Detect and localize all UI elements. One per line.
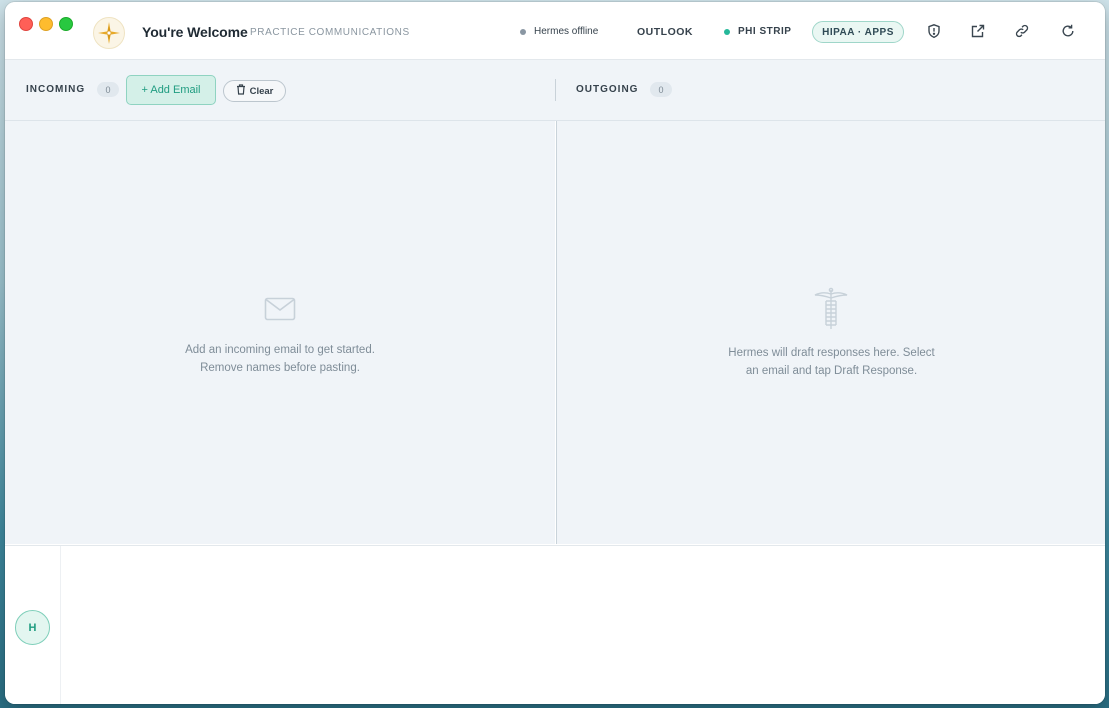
clear-button[interactable]: Clear: [223, 80, 286, 102]
outgoing-empty-message: Hermes will draft responses here. Select…: [557, 344, 1105, 380]
refresh-icon[interactable]: [1060, 23, 1076, 39]
app-title: You're Welcome: [142, 24, 248, 40]
outgoing-empty-line-1: Hermes will draft responses here. Select: [728, 347, 935, 359]
phi-strip-label: PHI STRIP: [738, 26, 792, 37]
hipaa-apps-button[interactable]: HIPAA · APPS: [812, 21, 904, 43]
avatar[interactable]: H: [15, 610, 50, 645]
outgoing-empty-line-2: an email and tap Draft Response.: [745, 365, 918, 377]
compass-star-icon: [93, 17, 125, 49]
external-link-icon[interactable]: [970, 23, 986, 39]
incoming-count-badge: 0: [97, 82, 119, 97]
toolbar-divider: [555, 79, 556, 101]
incoming-label: INCOMING: [26, 84, 86, 95]
envelope-icon: [264, 297, 296, 326]
incoming-empty-message: Add an incoming email to get started. Re…: [5, 341, 555, 377]
outgoing-label: OUTGOING: [576, 84, 639, 95]
app-window: You're Welcome PRACTICE COMMUNICATIONS H…: [5, 2, 1105, 704]
trash-icon: [236, 84, 246, 98]
title-bar: You're Welcome PRACTICE COMMUNICATIONS H…: [5, 2, 1105, 60]
outlook-link[interactable]: OUTLOOK: [637, 26, 693, 38]
app-subtitle: PRACTICE COMMUNICATIONS: [250, 27, 410, 38]
status-dot-icon: [520, 28, 526, 35]
shield-icon[interactable]: [926, 23, 942, 39]
avatar-gutter: H: [5, 546, 61, 704]
caduceus-icon: [813, 287, 849, 336]
link-icon[interactable]: [1014, 23, 1030, 39]
zoom-window-button[interactable]: [59, 17, 73, 31]
status-dot-icon: [724, 28, 730, 35]
incoming-panel: Add an incoming email to get started. Re…: [5, 121, 555, 544]
hermes-status-label: Hermes offline: [534, 26, 599, 37]
clear-button-label: Clear: [249, 85, 274, 97]
add-email-button[interactable]: + Add Email: [126, 75, 216, 105]
phi-strip-toggle[interactable]: PHI STRIP: [724, 26, 791, 37]
close-window-button[interactable]: [19, 17, 33, 31]
outgoing-panel: Hermes will draft responses here. Select…: [556, 121, 1105, 544]
hermes-status: Hermes offline: [520, 26, 598, 37]
incoming-empty-line-1: Add an incoming email to get started.: [185, 344, 375, 356]
outgoing-count-badge: 0: [650, 82, 672, 97]
minimize-window-button[interactable]: [39, 17, 53, 31]
incoming-empty-line-2: Remove names before pasting.: [200, 362, 360, 374]
composer-area: H: [5, 545, 1105, 704]
